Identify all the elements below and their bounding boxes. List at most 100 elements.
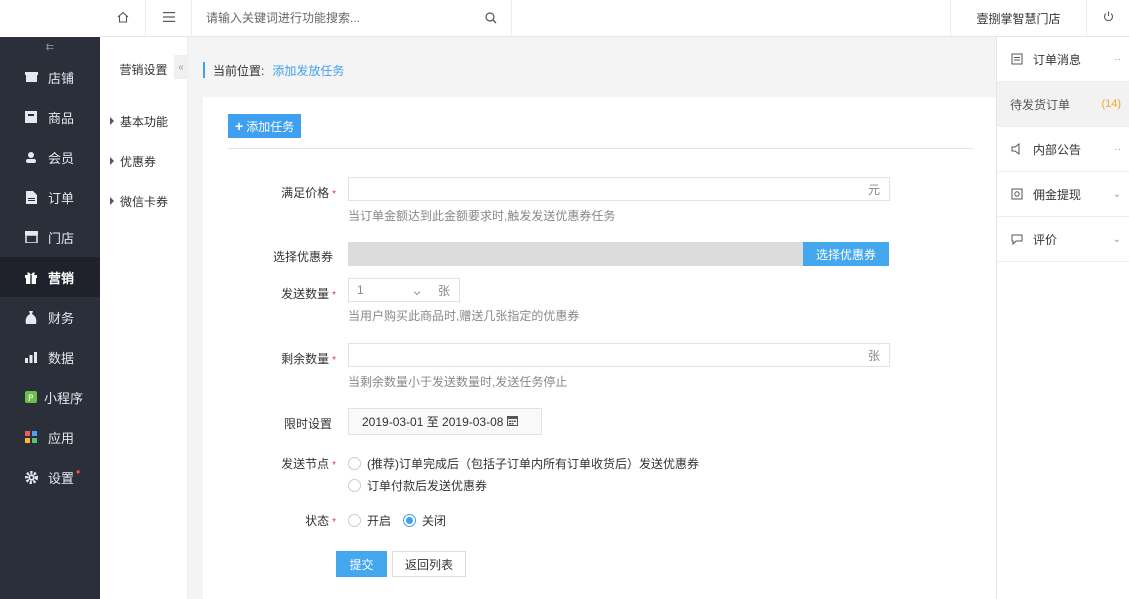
sidebar-collapse-button[interactable]: ⇇ [0,37,100,57]
status-label: 状态 [305,514,330,528]
notification-dot: • [76,465,81,479]
rp-pending-shipment[interactable]: 待发货订单 (14) [997,82,1129,127]
store-icon [24,70,38,84]
submit-button[interactable]: 提交 [336,551,387,577]
rp-commission-withdraw[interactable]: 佣金提现 ⌄ [997,172,1129,217]
sidebar-item-data[interactable]: 数据 [0,337,100,377]
goods-icon [24,110,38,124]
rp-internal-notice[interactable]: 内部公告 ·· [997,127,1129,172]
send-count-value: 1 [357,283,364,297]
menu-toggle-button[interactable] [146,0,192,37]
sidebar-item-shop[interactable]: 门店 [0,217,100,257]
divider [228,148,973,149]
sidebar-item-label: 财务 [48,310,75,326]
svg-text:P: P [28,394,34,403]
gift-icon [24,270,38,284]
rp-label: 订单消息 [1033,52,1082,67]
chevron-down-icon: ⌄ [1112,233,1121,245]
sidebar-item-apps[interactable]: 应用 [0,417,100,457]
sidebar-item-finance[interactable]: 财务 [0,297,100,337]
sidebar-item-member[interactable]: 会员 [0,137,100,177]
subnav-item-label: 优惠券 [120,154,157,169]
logout-button[interactable] [1086,0,1129,37]
rp-reviews[interactable]: 评价 ⌄ [997,217,1129,262]
gear-icon [24,470,38,484]
subnav-item-wechat-card[interactable]: 微信卡券 [100,181,187,221]
remain-input[interactable] [348,343,860,367]
chevron-down-icon: ⌄ [1112,188,1121,200]
status-label-row: 状态 * [236,512,336,529]
send-count-label: 发送数量 [281,287,330,301]
status-option-on[interactable]: 开启 [348,512,391,529]
chevron-down-icon [413,286,421,300]
member-icon [24,150,38,164]
node-option-complete[interactable]: (推荐)订单完成后（包括子订单内所有订单收货后）发送优惠券 [348,455,699,472]
apps-icon [24,430,38,444]
more-icon: ·· [1114,143,1121,155]
speaker-icon [1011,143,1023,155]
subnav-item-label: 微信卡券 [120,194,169,209]
breadcrumb-prefix: 当前位置: [213,63,265,78]
required-mark: * [332,189,336,200]
rp-label: 内部公告 [1033,142,1082,157]
subnav-item-coupon[interactable]: 优惠券 [100,141,187,181]
search-input[interactable] [206,11,476,25]
breadcrumb-current[interactable]: 添加发放任务 [272,62,344,79]
remain-hint: 当剩余数量小于发送数量时,发送任务停止 [348,375,568,389]
remain-label: 剩余数量 [281,352,330,366]
money-bag-icon [24,310,38,324]
message-icon [1011,53,1023,65]
sidebar-item-settings[interactable]: 设置 • [0,457,100,497]
sidebar-item-label: 门店 [48,230,75,246]
status-option-off[interactable]: 关闭 [403,512,446,529]
rp-order-messages[interactable]: 订单消息 ·· [997,37,1129,82]
time-label-row: 限时设置 [232,415,332,432]
sidebar-item-label: 营销 [48,270,75,286]
sidebar-item-store[interactable]: 店铺 [0,57,100,97]
rp-label: 评价 [1033,232,1058,247]
add-task-button[interactable]: + 添加任务 [228,114,302,138]
rp-label: 待发货订单 [1010,97,1071,112]
subnav-item-basic[interactable]: 基本功能 [100,101,187,141]
send-count-suffix: 张 [429,278,460,302]
coupon-label: 选择优惠券 [272,250,333,264]
send-count-hint: 当用户购买此商品时,赠送几张指定的优惠券 [348,309,580,323]
subnav-fold-button[interactable]: « [174,55,188,79]
breadcrumb: 当前位置: 添加发放任务 [203,62,344,78]
store-name[interactable]: 壹捌掌智慧门店 [950,0,1086,37]
hamburger-icon [162,11,175,25]
add-task-label: 添加任务 [246,119,295,134]
coupon-label-row: 选择优惠券 [233,248,333,265]
sidebar-item-miniapp[interactable]: P 小程序 [0,377,100,417]
more-icon: ·· [1114,53,1121,65]
node-option-paid[interactable]: 订单付款后发送优惠券 [348,477,487,494]
bar-chart-icon [24,350,38,364]
caret-right-icon [110,157,114,165]
sidebar-item-marketing[interactable]: 营销 [0,257,100,297]
radio-label: 关闭 [422,514,447,528]
power-icon [1103,11,1114,25]
price-label-row: 满足价格 * [236,184,336,201]
price-input[interactable] [348,177,860,201]
sidebar-item-order[interactable]: 订单 [0,177,100,217]
sidebar-item-goods[interactable]: 商品 [0,97,100,137]
withdraw-icon [1011,188,1023,200]
back-to-list-button[interactable]: 返回列表 [392,551,466,577]
radio-circle [348,457,361,470]
required-mark: * [332,460,336,471]
send-count-label-row: 发送数量 * [236,285,336,302]
order-icon [24,190,38,204]
calendar-icon [507,415,519,429]
required-mark: * [332,290,336,301]
form-card: + 添加任务 满足价格 * 元 当订单金额达到此金额要求时,触发发送优惠券任务 选… [203,97,996,599]
home-button[interactable] [100,0,146,37]
caret-right-icon [110,197,114,205]
send-count-select[interactable]: 1 [348,278,430,302]
select-coupon-button[interactable]: 选择优惠券 [803,242,889,266]
search-icon[interactable] [485,11,497,27]
date-range-picker[interactable]: 2019-03-01 至 2019-03-08 [348,408,542,435]
search-box [192,0,512,37]
sidebar-item-label: 店铺 [48,70,75,86]
remain-suffix: 张 [859,343,890,367]
node-label: 发送节点 [281,457,330,471]
